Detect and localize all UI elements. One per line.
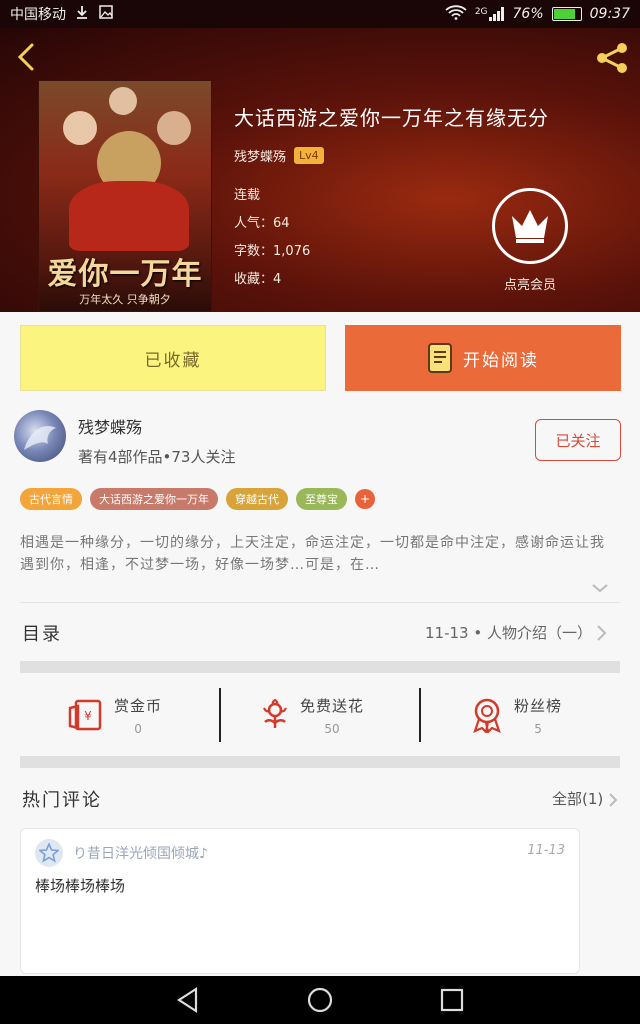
status-bar: 中国移动 2G 76% 09:37 [0, 0, 640, 28]
back-button[interactable] [12, 42, 42, 72]
download-icon [74, 4, 90, 24]
cover-title: 爱你一万年 [47, 257, 203, 292]
chevron-right-icon [609, 792, 618, 807]
latest-chapter: 11-13 • 人物介绍（一） [425, 624, 592, 642]
fan-ranking-button[interactable]: 粉丝榜 5 [470, 688, 562, 742]
author-stats: 著有4部作品•73人关注 [78, 448, 236, 466]
divider [419, 688, 421, 742]
more-tags-button[interactable]: + [355, 489, 375, 509]
chevron-left-icon [17, 43, 34, 71]
reward-count: 50 [324, 721, 340, 736]
divider [20, 602, 620, 603]
reward-coins-button[interactable]: ¥ 赏金币 0 [68, 688, 162, 742]
tag-list: 古代言情 大话西游之爱你一万年 穿越古代 至尊宝 + [20, 488, 375, 510]
battery-percent: 76% [512, 6, 544, 22]
popularity: 人气：64 [234, 216, 290, 231]
commenter-name[interactable]: り昔日洋光倾国倾城♪ [73, 843, 208, 863]
catalog-label: 目录 [22, 624, 62, 645]
commenter-avatar[interactable] [35, 839, 63, 867]
book-header: 爱你一万年 万年太久 只争朝夕 大话西游之爱你一万年之有缘无分 残梦蝶殇 Lv4… [0, 28, 640, 312]
favorites-count: 收藏：4 [234, 272, 282, 287]
share-button[interactable] [594, 40, 630, 76]
send-flower-button[interactable]: 免费送花 50 [260, 688, 364, 742]
nav-recents-button[interactable] [438, 986, 466, 1014]
collected-button[interactable]: 已收藏 [20, 325, 326, 391]
expand-synopsis-button[interactable] [590, 580, 610, 594]
book-icon [428, 343, 452, 373]
carrier-label: 中国移动 [10, 7, 66, 23]
circle-home-icon [307, 987, 333, 1013]
author-row: 残梦蝶殇 Lv4 [234, 146, 324, 165]
signal-icon: 2G [475, 7, 505, 21]
share-icon [597, 43, 627, 73]
reward-count: 5 [534, 721, 542, 736]
chevron-down-icon [592, 584, 608, 593]
battery-icon [551, 7, 582, 21]
triangle-back-icon [176, 986, 198, 1014]
section-separator [20, 756, 620, 768]
reward-label: 免费送花 [300, 696, 365, 715]
vip-button[interactable] [492, 188, 568, 264]
author-avatar[interactable] [14, 410, 66, 462]
hot-comments-title: 热门评论 [22, 790, 102, 811]
all-comments-link[interactable]: 全部(1) [552, 788, 618, 809]
flower-icon [263, 698, 287, 728]
star-icon [39, 843, 59, 863]
cover-subtitle: 万年太久 只争朝夕 [79, 293, 171, 306]
section-separator [20, 661, 620, 673]
author-profile-name[interactable]: 残梦蝶殇 [78, 414, 142, 438]
book-title: 大话西游之爱你一万年之有缘无分 [234, 106, 549, 130]
comment-text: 棒场棒场棒场 [35, 877, 126, 895]
follow-button[interactable]: 已关注 [535, 419, 621, 461]
comment-card[interactable]: り昔日洋光倾国倾城♪ 11-13 棒场棒场棒场 [20, 828, 580, 974]
medal-icon [473, 698, 501, 733]
reward-label: 赏金币 [114, 696, 163, 715]
chevron-right-icon [594, 624, 608, 642]
author-name[interactable]: 残梦蝶殇 [234, 146, 286, 165]
synopsis: 相遇是一种缘分，一切的缘分，上天注定，命运注定，一切都是命中注定，感谢命运让我遇… [20, 535, 605, 573]
red-envelope-icon: ¥ [68, 699, 102, 731]
tag[interactable]: 大话西游之爱你一万年 [90, 488, 218, 510]
crown-icon [512, 210, 548, 243]
system-nav-bar [0, 976, 640, 1024]
nav-home-button[interactable] [306, 986, 334, 1014]
tag[interactable]: 穿越古代 [226, 488, 288, 510]
tag[interactable]: 古代言情 [20, 488, 82, 510]
divider [219, 688, 221, 742]
svg-text:¥: ¥ [84, 709, 92, 723]
start-reading-label: 开始阅读 [463, 350, 539, 371]
reward-count: 0 [134, 721, 142, 736]
level-badge: Lv4 [294, 147, 324, 164]
start-reading-button[interactable]: 开始阅读 [345, 325, 621, 391]
wifi-icon [445, 4, 467, 24]
nav-back-button[interactable] [174, 986, 202, 1014]
book-cover[interactable]: 爱你一万年 万年太久 只争朝夕 [38, 80, 212, 312]
image-icon [98, 4, 114, 24]
clock: 09:37 [589, 6, 630, 22]
vip-label: 点亮会员 [503, 278, 556, 293]
tag[interactable]: 至尊宝 [296, 488, 347, 510]
square-recents-icon [440, 988, 464, 1012]
word-count: 字数：1,076 [234, 244, 311, 259]
comment-date: 11-13 [527, 843, 565, 858]
reward-label: 粉丝榜 [514, 696, 563, 715]
serial-status: 连载 [234, 188, 261, 203]
